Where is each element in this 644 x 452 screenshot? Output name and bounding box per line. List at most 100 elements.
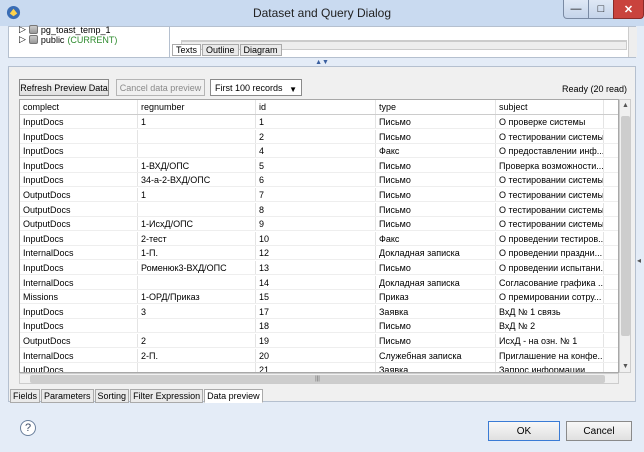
table-cell: 21 bbox=[256, 363, 376, 372]
ok-button[interactable]: OK bbox=[488, 421, 560, 441]
table-cell: Факс bbox=[376, 231, 496, 245]
cancel-button[interactable]: Cancel bbox=[566, 421, 632, 441]
table-cell: 5 bbox=[256, 158, 376, 172]
table-row[interactable]: InputDocs 21 Заявка Запрос информации... bbox=[20, 363, 618, 372]
table-cell: 1 bbox=[138, 188, 256, 201]
table-hscrollbar[interactable]: ||| bbox=[19, 373, 619, 384]
table-cell: ВхД № 2 bbox=[496, 319, 604, 333]
table-row[interactable]: OutputDocs 1-ИсхД/ОПС 9 Письмо О тестировани… bbox=[20, 217, 618, 232]
expand-icon[interactable]: ▷ bbox=[19, 34, 26, 45]
refresh-preview-button[interactable]: Refresh Preview Data bbox=[19, 79, 109, 96]
table-row[interactable]: InternalDocs 14 Докладная записка Согласова… bbox=[20, 275, 618, 290]
table-cell bbox=[138, 363, 256, 372]
table-cell: Факс bbox=[376, 144, 496, 158]
table-cell: OutputDocs bbox=[20, 217, 138, 231]
table-row[interactable]: InputDocs 2-тест 10 Факс О проведении тестир… bbox=[20, 231, 618, 246]
table-row[interactable]: InputDocs 34-а-2-ВХД/ОПС 6 Письмо О тестиров… bbox=[20, 173, 618, 188]
table-row[interactable]: InputDocs 1-ВХД/ОПС 5 Письмо Проверка возмож… bbox=[20, 158, 618, 173]
table-cell: Приглашение на конфе... bbox=[496, 348, 604, 362]
column-header[interactable]: regnumber bbox=[138, 100, 256, 114]
cancel-preview-button[interactable]: Cancel data preview bbox=[116, 79, 205, 96]
scroll-up-icon[interactable]: ▲ bbox=[622, 102, 629, 109]
chevron-down-icon: ▼ bbox=[289, 85, 297, 94]
table-row[interactable]: OutputDocs 1 7 Письмо О тестировании системы bbox=[20, 188, 618, 202]
maximize-button[interactable]: □ bbox=[588, 0, 614, 19]
tab-filter-expression[interactable]: Filter Expression bbox=[130, 389, 204, 403]
table-cell: Письмо bbox=[376, 334, 496, 347]
resize-handle-icon[interactable]: ◂ bbox=[637, 256, 641, 265]
table-row[interactable]: InputDocs 1 1 Письмо О проверке системы bbox=[20, 115, 618, 129]
preview-table[interactable]: complect regnumber id type subject Input… bbox=[19, 99, 619, 373]
table-cell: Письмо bbox=[376, 217, 496, 231]
table-cell: InputDocs bbox=[20, 304, 138, 318]
table-cell: Докладная записка bbox=[376, 275, 496, 289]
table-cell: О проверке системы bbox=[496, 115, 604, 128]
table-cell: Письмо bbox=[376, 202, 496, 216]
table-cell: Согласование графика ... bbox=[496, 275, 604, 289]
column-header[interactable]: type bbox=[376, 100, 496, 114]
table-row[interactable]: InputDocs 2 Письмо О тестировании системы bbox=[20, 129, 618, 144]
table-cell bbox=[138, 275, 256, 289]
scroll-thumb[interactable]: ||| bbox=[30, 375, 605, 383]
minimize-button[interactable]: — bbox=[563, 0, 589, 19]
column-header[interactable]: id bbox=[256, 100, 376, 114]
table-row[interactable]: InternalDocs 1-П. 12 Докладная записка О про… bbox=[20, 246, 618, 261]
close-button[interactable]: ✕ bbox=[613, 0, 644, 19]
tab-fields[interactable]: Fields bbox=[10, 389, 41, 403]
tab-outline[interactable]: Outline bbox=[202, 44, 239, 56]
tree-item-public[interactable]: ▷ public (CURRENT) bbox=[19, 34, 117, 45]
title-bar: Dataset and Query Dialog — □ ✕ bbox=[0, 0, 644, 26]
table-cell: 1 bbox=[138, 115, 256, 128]
tab-texts[interactable]: Texts bbox=[172, 44, 202, 56]
column-header[interactable]: subject bbox=[496, 100, 604, 114]
current-marker: (CURRENT) bbox=[67, 34, 118, 45]
table-cell: OutputDocs bbox=[20, 334, 138, 347]
table-cell: Письмо bbox=[376, 115, 496, 128]
editor-vscrollbar[interactable] bbox=[628, 27, 637, 57]
table-cell: 12 bbox=[256, 246, 376, 260]
tree-item-label: public bbox=[40, 34, 65, 45]
help-icon[interactable]: ? bbox=[20, 420, 36, 436]
table-cell: 2-тест bbox=[138, 231, 256, 245]
table-cell: Письмо bbox=[376, 158, 496, 172]
scroll-thumb[interactable] bbox=[621, 116, 630, 336]
tab-diagram[interactable]: Diagram bbox=[239, 44, 282, 56]
table-cell: 4 bbox=[256, 144, 376, 158]
column-header[interactable]: complect bbox=[20, 100, 138, 114]
table-row[interactable]: Missions 1-ОРД/Приказ 15 Приказ О премирован… bbox=[20, 290, 618, 305]
table-cell: 20 bbox=[256, 348, 376, 362]
table-cell: Запрос информации... bbox=[496, 363, 604, 372]
tab-sorting[interactable]: Sorting bbox=[94, 389, 130, 403]
table-row[interactable]: OutputDocs 8 Письмо О тестировании системы bbox=[20, 202, 618, 217]
table-cell: 1 bbox=[256, 115, 376, 128]
table-cell: 1-ОРД/Приказ bbox=[138, 290, 256, 304]
table-cell: 3 bbox=[138, 304, 256, 318]
query-pane: ▷ pg_toast_temp_1 ▷ public (CURRENT) bbox=[8, 24, 637, 58]
table-row[interactable]: InputDocs 18 Письмо ВхД № 2 bbox=[20, 319, 618, 334]
preview-pane: Refresh Preview Data Cancel data preview… bbox=[8, 66, 636, 402]
scroll-down-icon[interactable]: ▼ bbox=[622, 363, 629, 370]
table-row[interactable]: InputDocs 3 17 Заявка ВхД № 1 связь bbox=[20, 304, 618, 319]
table-row[interactable]: InputDocs Роменюк3-ВХД/ОПС 13 Письмо О прове… bbox=[20, 261, 618, 275]
table-row[interactable]: OutputDocs 2 19 Письмо ИсхД - на озн. № 1 bbox=[20, 334, 618, 348]
query-editor[interactable] bbox=[181, 27, 627, 41]
records-limit-select[interactable]: First 100 records ▼ bbox=[210, 79, 302, 96]
table-cell: InputDocs bbox=[20, 115, 138, 128]
pane-divider bbox=[169, 27, 170, 57]
table-vscrollbar[interactable]: ▲ ▼ bbox=[619, 99, 631, 373]
table-cell: 2 bbox=[256, 129, 376, 143]
table-row[interactable]: InternalDocs 2-П. 20 Служебная записка Пригл… bbox=[20, 348, 618, 363]
table-cell: InternalDocs bbox=[20, 275, 138, 289]
table-cell: ВхД № 1 связь bbox=[496, 304, 604, 318]
table-cell bbox=[138, 144, 256, 158]
table-cell: OutputDocs bbox=[20, 202, 138, 216]
table-cell: 19 bbox=[256, 334, 376, 347]
table-cell: 34-а-2-ВХД/ОПС bbox=[138, 173, 256, 187]
table-row[interactable]: InputDocs 4 Факс О предоставлении инф... bbox=[20, 144, 618, 159]
tab-data-preview[interactable]: Data preview bbox=[204, 389, 263, 403]
tab-parameters[interactable]: Parameters bbox=[41, 389, 94, 403]
table-cell: Письмо bbox=[376, 129, 496, 143]
table-cell: О тестировании системы bbox=[496, 129, 604, 143]
table-cell: ИсхД - на озн. № 1 bbox=[496, 334, 604, 347]
table-cell: Заявка bbox=[376, 363, 496, 372]
